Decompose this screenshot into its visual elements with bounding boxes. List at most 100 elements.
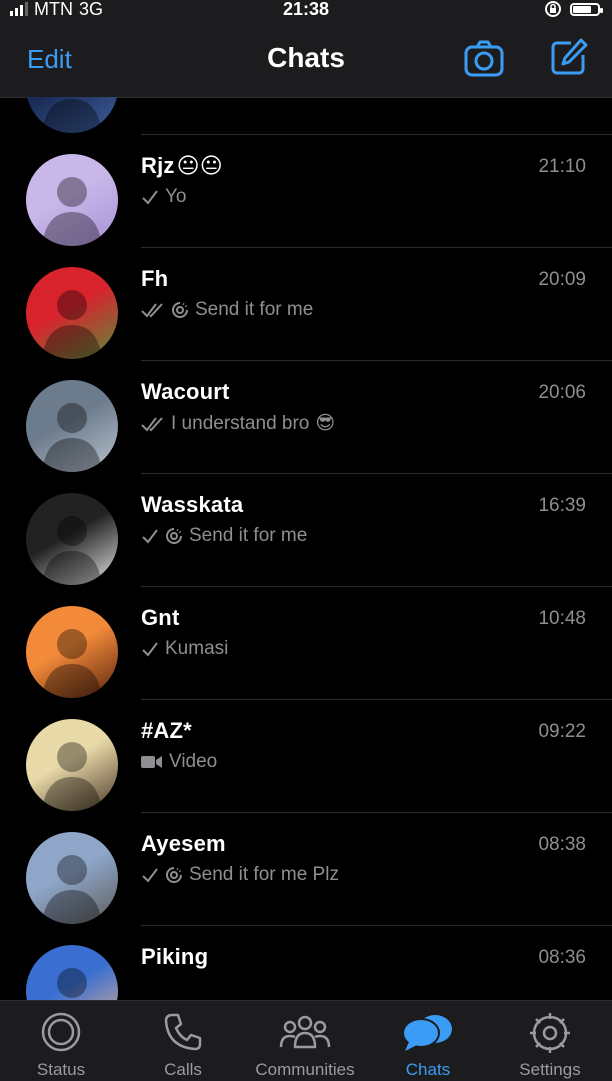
page-title: Chats <box>267 42 345 73</box>
person-silhouette-icon <box>42 290 102 359</box>
chat-name: Piking <box>141 944 208 970</box>
avatar[interactable] <box>26 267 118 359</box>
chat-name: Fh <box>141 266 168 292</box>
person-silhouette-icon <box>57 968 87 998</box>
chat-preview-text: I understand bro <box>171 412 310 434</box>
avatar[interactable] <box>26 154 118 246</box>
chat-preview-text: Video <box>169 751 218 772</box>
chat-name: Wacourt <box>141 379 230 405</box>
chat-name: #AZ* <box>141 718 192 744</box>
tab-bar: Status Calls Communities Chats Settings <box>0 1000 612 1081</box>
sent-check-icon <box>142 529 158 544</box>
sent-check-icon <box>142 190 158 205</box>
settings-icon <box>530 1013 570 1053</box>
avatar[interactable] <box>26 945 118 1000</box>
tab-label: Chats <box>405 1060 451 1079</box>
chat-name-text: Wasskata <box>141 492 244 517</box>
sent-check-icon <box>142 868 158 883</box>
chat-preview: I understand bro 😎 <box>141 412 335 435</box>
chat-time: 20:06 <box>538 382 586 403</box>
chat-preview: Send it for me <box>141 299 313 321</box>
tab-label: Status <box>36 1060 86 1079</box>
delivered-check-icon <box>141 303 163 318</box>
chat-time: 09:22 <box>538 721 586 742</box>
chat-preview-text: Send it for me Plz <box>189 864 339 885</box>
chat-row[interactable]: Mary Coo21:11Hi <box>0 97 612 135</box>
status-time: 21:38 <box>282 0 330 19</box>
chat-preview-emoji: 😎 <box>315 413 336 434</box>
tab-status[interactable]: Status <box>6 1001 116 1081</box>
chat-preview-text: Send it for me <box>189 525 308 546</box>
chat-row[interactable]: Ayesem 08:38 Send it for me Plz <box>0 813 612 926</box>
chat-time: 20:09 <box>538 269 586 290</box>
chat-row[interactable]: Wacourt 20:06 I understand bro 😎 <box>0 361 612 474</box>
person-silhouette-icon <box>42 403 102 472</box>
chat-row[interactable]: Wasskata 16:39 Send it for me <box>0 474 612 587</box>
chat-name-text: Fh <box>141 266 169 291</box>
chat-time: 08:36 <box>538 947 586 968</box>
chat-time: 08:38 <box>538 834 586 855</box>
status-right <box>544 0 603 18</box>
communities-icon <box>279 1015 331 1049</box>
chat-row[interactable]: Gnt 10:48 Kumasi <box>0 587 612 700</box>
chat-preview: Video <box>141 751 217 773</box>
chat-time: 16:39 <box>538 495 586 516</box>
person-silhouette-icon <box>42 99 102 133</box>
chat-preview-text: Send it for me <box>195 299 314 320</box>
nav-bar: Edit Chats <box>0 20 612 98</box>
camera-icon[interactable] <box>464 39 504 79</box>
tab-settings[interactable]: Settings <box>495 1001 605 1081</box>
chat-preview-text: Kumasi <box>165 638 229 659</box>
chat-row[interactable]: Rjz 😐😐 21:10 Yo <box>0 135 612 248</box>
tab-label: Settings <box>519 1060 581 1079</box>
avatar[interactable] <box>26 832 118 924</box>
chat-rows: Mary Coo21:11Hi Rjz😐😐 21:10 Yo Fh 20:09 Send i… <box>0 97 612 1000</box>
chat-name: Ayesem <box>141 831 226 857</box>
chat-name-text: Wacourt <box>141 379 230 404</box>
compose-icon[interactable] <box>549 37 589 77</box>
avatar[interactable] <box>26 606 118 698</box>
chat-name-text: Rjz <box>141 153 175 178</box>
orientation-lock-icon <box>545 1 561 17</box>
tab-chats[interactable]: Chats <box>373 1001 483 1081</box>
tab-communities[interactable]: Communities <box>250 1001 360 1081</box>
chat-list[interactable]: Mary Coo21:11Hi Rjz😐😐 21:10 Yo Fh 20:09 Send i… <box>0 97 612 1000</box>
chats-icon <box>402 1015 452 1051</box>
avatar[interactable] <box>26 719 118 811</box>
chat-name: Wasskata <box>141 492 243 518</box>
chat-row[interactable]: Piking 08:36 <box>0 926 612 1000</box>
chat-name: Gnt <box>141 605 179 631</box>
chat-preview: Send it for me Plz <box>141 864 339 886</box>
disappearing-timer-icon <box>166 867 182 883</box>
chat-name-text: Ayesem <box>141 831 226 856</box>
status-bar: MTN 3G 21:38 <box>0 0 612 20</box>
chat-name-emoji: 😐😐 <box>176 153 223 178</box>
tab-label: Calls <box>164 1060 202 1079</box>
chat-time: 21:10 <box>538 156 586 177</box>
chat-row[interactable]: #AZ* 09:22 Video <box>0 700 612 813</box>
avatar[interactable] <box>26 380 118 472</box>
chat-name-text: Gnt <box>141 605 180 630</box>
chat-name-text: Piking <box>141 944 209 969</box>
phone-icon <box>164 1013 202 1051</box>
chat-preview: Send it for me <box>141 525 307 547</box>
person-silhouette-icon <box>42 629 102 698</box>
disappearing-timer-icon <box>166 528 182 544</box>
tab-calls[interactable]: Calls <box>128 1001 238 1081</box>
sent-check-icon <box>142 642 158 657</box>
avatar[interactable] <box>26 493 118 585</box>
chat-row[interactable]: Fh 20:09 Send it for me <box>0 248 612 361</box>
chat-preview: Yo <box>141 186 187 208</box>
video-icon <box>141 756 162 768</box>
delivered-check-icon <box>141 416 163 432</box>
chat-time: 10:48 <box>538 608 586 629</box>
person-silhouette-icon <box>42 742 102 811</box>
person-silhouette-icon <box>42 516 102 585</box>
chat-name-text: #AZ* <box>141 718 192 743</box>
tab-label: Communities <box>255 1060 355 1079</box>
battery-icon <box>570 2 603 16</box>
status-icon <box>41 1012 81 1052</box>
avatar[interactable] <box>26 97 118 133</box>
chat-preview-text: Yo <box>165 186 187 207</box>
person-silhouette-icon <box>42 177 102 246</box>
